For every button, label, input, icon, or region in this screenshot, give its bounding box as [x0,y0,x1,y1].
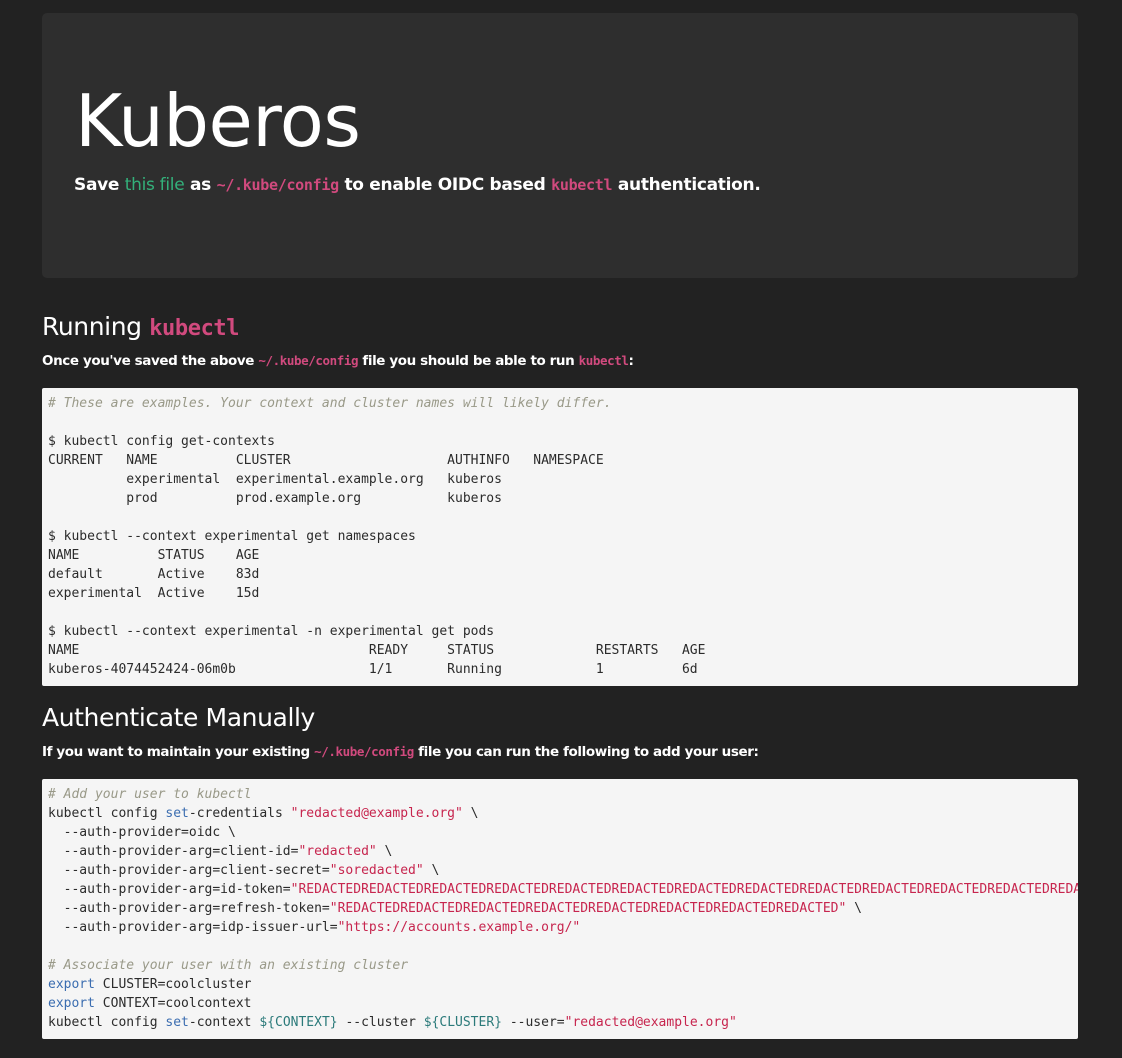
code-line: NAME STATUS AGE [48,548,260,563]
code-string: "soredacted" [329,863,424,878]
lead-kubectl-code: kubectl [551,176,613,194]
code-text: CONTEXT=coolcontext [94,996,252,1011]
config-file-link[interactable]: this file [125,175,185,195]
code-line: export CONTEXT=coolcontext [48,994,1072,1013]
code-text: --auth-provider-arg=id-token= [48,882,291,897]
running-kubectl-heading: Running kubectl [42,312,240,341]
code-line: --auth-provider-arg=idp-issuer-url="http… [48,918,1072,937]
code-text: --auth-provider-arg=refresh-token= [48,901,330,916]
manual-config-path: ~/.kube/config [314,744,414,759]
code-text: -credentials [188,806,291,821]
code-line: $ kubectl --context experimental get nam… [48,529,416,544]
code-text: --auth-provider-arg=client-id= [48,844,299,859]
code-line: CURRENT NAME CLUSTER AUTHINFO NAMESPACE [48,453,604,468]
manual-text-end: file you can run the following to add yo… [413,744,759,760]
code-string: "REDACTEDREDACTEDREDACTEDREDACTEDREDACTE… [290,882,1078,897]
manual-instructions: If you want to maintain your existing ~/… [42,744,759,760]
running-text-pre: Once you've saved the above [42,353,259,369]
code-line: export CLUSTER=coolcluster [48,975,1072,994]
code-line: kuberos-4074452424-06m0b 1/1 Running 1 6… [48,662,698,677]
code-string: "redacted" [298,844,377,859]
lead-config-path: ~/.kube/config [216,176,340,194]
code-line: --auth-provider=oidc \ [48,825,236,840]
lead-text-save: Save [74,175,125,195]
running-kubectl-code: kubectl [578,353,629,368]
code-string: "https://accounts.example.org/" [337,920,581,935]
code-string: "redacted@example.org" [290,806,463,821]
code-keyword: export [48,977,95,992]
running-text-mid: file you should be able to run [358,353,579,369]
code-text: --user= [502,1015,565,1030]
code-keyword: set [165,806,189,821]
code-line: experimental Active 15d [48,586,260,601]
code-variable: ${CLUSTER} [423,1015,502,1030]
code-text: kubectl config [48,806,166,821]
code-line: $ kubectl --context experimental -n expe… [48,624,495,639]
code-line: # These are examples. Your context and c… [48,396,612,411]
code-variable: ${CONTEXT} [259,1015,338,1030]
code-string: "REDACTEDREDACTEDREDACTEDREDACTEDREDACTE… [329,901,847,916]
page-title: Kuberos [75,79,361,163]
manual-text-pre: If you want to maintain your existing [42,744,315,760]
kubectl-examples-code-block: # These are examples. Your context and c… [42,388,1078,686]
lead-text-as: as [184,175,217,195]
code-text: kubectl config [48,1015,166,1030]
running-instructions: Once you've saved the above ~/.kube/conf… [42,353,634,369]
code-line: --auth-provider-arg=client-secret="sored… [48,861,1072,880]
code-line: --auth-provider-arg=id-token="REDACTEDRE… [48,880,1078,899]
code-line: --auth-provider-arg=client-id="redacted"… [48,842,1072,861]
code-text: \ [423,863,440,878]
code-keyword: export [48,996,95,1011]
code-text: --auth-provider-arg=client-secret= [48,863,330,878]
code-line: --auth-provider-arg=refresh-token="REDAC… [48,899,1072,918]
code-line: default Active 83d [48,567,260,582]
code-text: \ [462,806,479,821]
code-keyword: set [165,1015,189,1030]
code-string: "redacted@example.org" [564,1015,737,1030]
code-line: experimental experimental.example.org ku… [48,472,502,487]
running-heading-code: kubectl [149,316,240,341]
running-text-end: : [628,353,634,369]
code-comment: # Add your user to kubectl [48,787,252,802]
code-text: -context [188,1015,260,1030]
code-text: --cluster [337,1015,424,1030]
code-text: CLUSTER=coolcluster [94,977,252,992]
code-line: prod prod.example.org kuberos [48,491,502,506]
code-text: --auth-provider-arg=idp-issuer-url= [48,920,338,935]
code-line: NAME READY STATUS RESTARTS AGE [48,643,706,658]
code-text: \ [846,901,862,916]
code-line: kubectl config set-credentials "redacted… [48,804,1072,823]
lead-text-end: authentication. [612,175,761,195]
code-line: kubectl config set-context ${CONTEXT} --… [48,1013,1072,1032]
code-comment: # Associate your user with an existing c… [48,958,409,973]
code-line: $ kubectl config get-contexts [48,434,275,449]
lead-text-to: to enable OIDC based [338,175,552,195]
hero-jumbotron: Kuberos Save this file as ~/.kube/config… [42,13,1078,278]
running-config-path: ~/.kube/config [258,353,359,368]
hero-lead: Save this file as ~/.kube/config to enab… [74,175,761,195]
code-text: \ [376,844,393,859]
manual-auth-code-block: # Add your user to kubectl kubectl config… [42,779,1078,1039]
running-heading-text: Running [42,312,150,341]
authenticate-manually-heading: Authenticate Manually [42,703,315,732]
